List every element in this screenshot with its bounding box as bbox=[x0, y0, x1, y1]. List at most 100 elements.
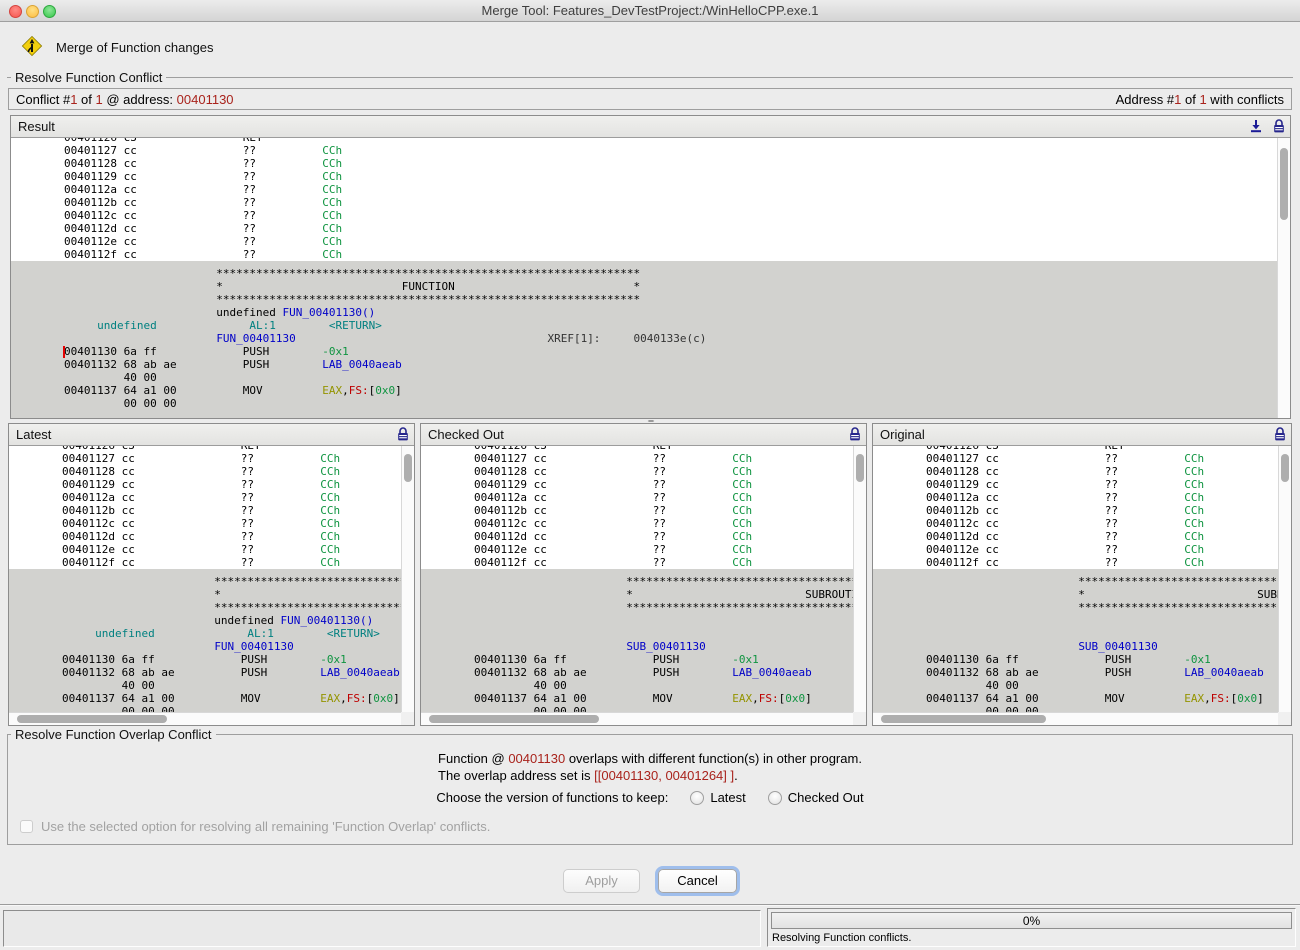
progress-message: Resolving Function conflicts. bbox=[772, 932, 911, 944]
listing-line: ****************************************… bbox=[873, 601, 1278, 614]
listing-line: ****************************************… bbox=[873, 575, 1278, 588]
address-counter: Address #1 of 1 with conflicts bbox=[1116, 92, 1284, 107]
conflict-counter: Conflict #1 of 1 @ address: 00401130 bbox=[16, 92, 234, 107]
listing-line: 0040112e cc ?? CCh bbox=[873, 543, 1278, 556]
overlap-group-title: Resolve Function Overlap Conflict bbox=[11, 727, 216, 742]
vscroll[interactable] bbox=[1277, 138, 1290, 418]
progress-bar: 0% bbox=[771, 912, 1292, 929]
listing-line bbox=[873, 614, 1278, 627]
vscroll-thumb[interactable] bbox=[1280, 148, 1288, 220]
hscroll[interactable] bbox=[873, 712, 1278, 725]
listing-line: SUB_00401130 bbox=[421, 640, 853, 653]
use-for-all-checkbox-label: Use the selected option for resolving al… bbox=[41, 819, 490, 834]
listing-line: 00401137 64 a1 00 MOV EAX,FS:[0x0] bbox=[11, 384, 1277, 397]
listing-line: 00401129 cc ?? CCh bbox=[873, 478, 1278, 491]
cancel-button-label: Cancel bbox=[677, 873, 717, 888]
listing-line: 00401132 68 ab ae PUSH LAB_0040aeab bbox=[11, 358, 1277, 371]
status-bar-separator bbox=[0, 904, 1300, 906]
radio-checked-out[interactable]: Checked Out bbox=[768, 790, 864, 805]
lock-icon[interactable] bbox=[1274, 427, 1286, 441]
vscroll-thumb[interactable] bbox=[1281, 454, 1289, 482]
listing-line: 00401128 cc ?? CCh bbox=[9, 465, 401, 478]
phase-title: Merge of Function changes bbox=[56, 40, 214, 55]
overlap-message-line2: The overlap address set is [[00401130, 0… bbox=[438, 767, 862, 784]
vscroll[interactable] bbox=[1278, 446, 1291, 712]
listing-line: ****************************************… bbox=[9, 575, 401, 588]
scroll-corner bbox=[401, 712, 414, 725]
listing-line: 0040112d cc ?? CCh bbox=[9, 530, 401, 543]
conflict-group-title: Resolve Function Conflict bbox=[11, 70, 166, 85]
listing-line: ****************************************… bbox=[9, 601, 401, 614]
scroll-corner bbox=[853, 712, 866, 725]
listing-line: 0040112f cc ?? CCh bbox=[421, 556, 853, 569]
use-for-all-checkbox-row: Use the selected option for resolving al… bbox=[20, 819, 490, 834]
latest-pane-header: Latest bbox=[9, 424, 414, 446]
vscroll-thumb[interactable] bbox=[404, 454, 412, 482]
radio-checked-out-circle[interactable] bbox=[768, 791, 782, 805]
listing-line: 00401137 64 a1 00 MOV EAX,FS:[0x0] bbox=[421, 692, 853, 705]
listing-line: 0040112c cc ?? CCh bbox=[873, 517, 1278, 530]
listing-line: 00401129 cc ?? CCh bbox=[11, 170, 1277, 183]
checked-out-pane-title: Checked Out bbox=[428, 427, 504, 442]
hscroll-thumb[interactable] bbox=[881, 715, 1046, 723]
radio-latest-label: Latest bbox=[710, 790, 745, 805]
listing-line: ****************************************… bbox=[11, 267, 1277, 280]
original-listing: 00401126 c3 RET 00401127 cc ?? CCh 00401… bbox=[873, 446, 1278, 712]
original-pane: Original 00401126 c3 RET 00401127 cc ?? … bbox=[872, 423, 1292, 726]
listing-line: 0040112d cc ?? CCh bbox=[421, 530, 853, 543]
listing-line: 0040112a cc ?? CCh bbox=[11, 183, 1277, 196]
progress-panel: 0% Resolving Function conflicts. bbox=[767, 908, 1296, 947]
latest-listing: 00401126 c3 RET 00401127 cc ?? CCh 00401… bbox=[9, 446, 401, 712]
scroll-corner bbox=[1278, 712, 1291, 725]
vscroll[interactable] bbox=[401, 446, 414, 712]
lock-icon[interactable] bbox=[849, 427, 861, 441]
hscroll-thumb[interactable] bbox=[17, 715, 167, 723]
listing-cursor bbox=[63, 346, 65, 358]
hscroll[interactable] bbox=[9, 712, 401, 725]
listing-line: 00401130 6a ff PUSH -0x1 bbox=[9, 653, 401, 666]
original-pane-header: Original bbox=[873, 424, 1291, 446]
vscroll-thumb[interactable] bbox=[856, 454, 864, 482]
listing-line: 00401129 cc ?? CCh bbox=[9, 478, 401, 491]
listing-line: 0040112c cc ?? CCh bbox=[9, 517, 401, 530]
vscroll[interactable] bbox=[853, 446, 866, 712]
listing-line: 40 00 bbox=[873, 679, 1278, 692]
result-listing: 00401126 c3 RET 00401127 cc ?? CCh 00401… bbox=[11, 138, 1277, 418]
listing-line: 00401137 64 a1 00 MOV EAX,FS:[0x0] bbox=[9, 692, 401, 705]
listing-line: 0040112c cc ?? CCh bbox=[421, 517, 853, 530]
listing-line: 0040112a cc ?? CCh bbox=[873, 491, 1278, 504]
listing-line: 00401132 68 ab ae PUSH LAB_0040aeab bbox=[421, 666, 853, 679]
listing-line: 0040112e cc ?? CCh bbox=[11, 235, 1277, 248]
use-for-all-checkbox[interactable] bbox=[20, 820, 33, 833]
listing-line: * FUNCTION * bbox=[9, 588, 401, 601]
result-pane: Result 00401126 c3 RET bbox=[10, 115, 1291, 419]
listing-line: 00401128 cc ?? CCh bbox=[421, 465, 853, 478]
listing-line: * SUBROUTINE * bbox=[873, 588, 1278, 601]
listing-line: 0040112b cc ?? CCh bbox=[9, 504, 401, 517]
apply-button[interactable]: Apply bbox=[563, 869, 640, 893]
merge-sign-icon bbox=[20, 34, 44, 58]
down-arrow-icon[interactable] bbox=[1249, 119, 1263, 133]
lock-icon[interactable] bbox=[1273, 119, 1285, 133]
listing-line: 0040112f cc ?? CCh bbox=[9, 556, 401, 569]
listing-line: * SUBROUTINE * bbox=[421, 588, 853, 601]
choose-version-label: Choose the version of functions to keep: bbox=[436, 790, 668, 805]
listing-line: 00401127 cc ?? CCh bbox=[421, 452, 853, 465]
hscroll-thumb[interactable] bbox=[429, 715, 599, 723]
listing-line: 0040112e cc ?? CCh bbox=[421, 543, 853, 556]
listing-line: 0040112d cc ?? CCh bbox=[11, 222, 1277, 235]
radio-latest[interactable]: Latest bbox=[690, 790, 745, 805]
radio-latest-circle[interactable] bbox=[690, 791, 704, 805]
listing-line: 0040112c cc ?? CCh bbox=[11, 209, 1277, 222]
hscroll[interactable] bbox=[421, 712, 853, 725]
listing-line: 00 00 00 bbox=[9, 705, 401, 712]
cancel-button[interactable]: Cancel bbox=[658, 869, 737, 893]
listing-line bbox=[873, 627, 1278, 640]
lock-icon[interactable] bbox=[397, 427, 409, 441]
listing-line: 0040112a cc ?? CCh bbox=[421, 491, 853, 504]
listing-line: undefined FUN_00401130() bbox=[11, 306, 1277, 319]
title-bar: Merge Tool: Features_DevTestProject:/Win… bbox=[0, 0, 1300, 22]
conflict-info-bar: Conflict #1 of 1 @ address: 00401130 Add… bbox=[8, 88, 1292, 110]
radio-checked-out-label: Checked Out bbox=[788, 790, 864, 805]
listing-line: FUN_00401130 XREF[1]: 0040133e(c) bbox=[9, 640, 401, 653]
